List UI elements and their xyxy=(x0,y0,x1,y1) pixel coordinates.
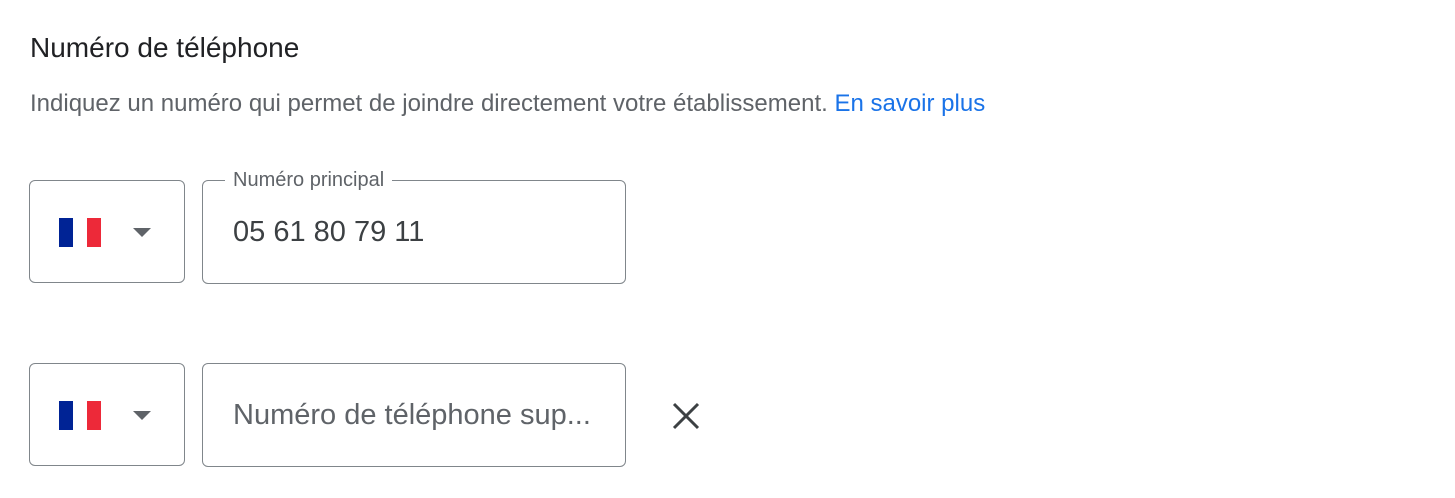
chevron-down-icon xyxy=(133,228,151,237)
france-flag-icon xyxy=(59,218,101,247)
primary-country-select[interactable] xyxy=(29,180,185,283)
additional-country-select[interactable] xyxy=(29,363,185,466)
remove-phone-button[interactable] xyxy=(660,390,712,442)
learn-more-link[interactable]: En savoir plus xyxy=(834,90,985,117)
close-icon xyxy=(672,402,700,430)
section-description: Indiquez un numéro qui permet de joindre… xyxy=(30,88,985,120)
additional-phone-field[interactable] xyxy=(202,363,626,467)
primary-phone-input[interactable] xyxy=(233,181,601,283)
chevron-down-icon xyxy=(133,411,151,420)
description-text: Indiquez un numéro qui permet de joindre… xyxy=(30,90,828,117)
france-flag-icon xyxy=(59,401,101,430)
additional-phone-input[interactable] xyxy=(233,364,601,466)
primary-phone-field[interactable]: Numéro principal xyxy=(202,167,626,284)
section-title: Numéro de téléphone xyxy=(30,32,300,63)
